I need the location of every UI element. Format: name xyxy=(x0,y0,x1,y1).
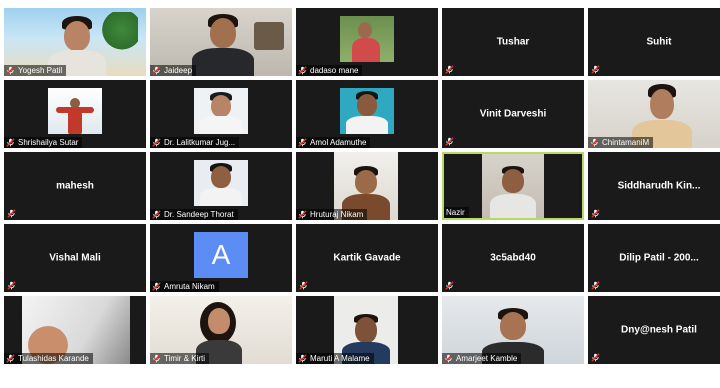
participant-tile[interactable]: Amol Adamuthe xyxy=(296,80,438,148)
mic-muted-icon xyxy=(445,281,454,290)
participant-display-name: 3c5abd40 xyxy=(490,252,536,264)
participant-tile[interactable]: Vinit Darveshi xyxy=(442,80,584,148)
participant-tile[interactable]: Siddharudh Kin... xyxy=(588,152,720,220)
participant-display-name: Dilip Patil - 200... xyxy=(619,252,699,264)
mic-muted-icon xyxy=(298,138,307,147)
participant-display-name: Tushar xyxy=(496,36,530,48)
participant-tile[interactable]: mahesh xyxy=(4,152,146,220)
mic-muted-icon xyxy=(591,281,600,290)
mic-muted-icon xyxy=(152,66,161,75)
mic-muted-icon xyxy=(298,354,307,363)
avatar: A xyxy=(194,232,248,278)
mic-muted-icon xyxy=(590,138,599,147)
profile-picture xyxy=(340,88,394,134)
participant-name-label: Tulashidas Karande xyxy=(4,353,93,364)
participant-display-name: Siddharudh Kin... xyxy=(617,180,701,192)
mic-muted-icon xyxy=(152,210,161,219)
profile-picture xyxy=(194,160,248,206)
participant-tile[interactable]: Yogesh Patil xyxy=(4,8,146,76)
mic-muted-icon xyxy=(7,209,16,218)
participant-tile[interactable]: Jaideep xyxy=(150,8,292,76)
profile-picture xyxy=(194,88,248,134)
participant-tile[interactable]: A Amruta Nikam xyxy=(150,224,292,292)
participant-tile[interactable]: Tulashidas Karande xyxy=(4,296,146,364)
mic-muted-icon xyxy=(6,66,15,75)
mic-muted-icon xyxy=(152,138,161,147)
participant-display-name: Kartik Gavade xyxy=(333,252,401,264)
participant-grid: Yogesh Patil Jaideep dadaso mane Tushar … xyxy=(4,8,720,388)
participant-tile[interactable]: Suhit xyxy=(588,8,720,76)
participant-name-label: Maruti A Malame xyxy=(296,353,374,364)
participant-name-label: Amol Adamuthe xyxy=(296,137,371,148)
mic-muted-icon xyxy=(7,281,16,290)
mic-muted-icon xyxy=(591,353,600,362)
participant-tile[interactable]: ChintamaniM xyxy=(588,80,720,148)
participant-tile[interactable]: Dilip Patil - 200... xyxy=(588,224,720,292)
mic-muted-icon xyxy=(298,66,307,75)
mic-muted-icon xyxy=(6,138,15,147)
participant-name-label: Timir & Kirti xyxy=(150,353,210,364)
participant-display-name: Dny@nesh Patil xyxy=(621,324,697,336)
mic-muted-icon xyxy=(299,281,308,290)
participant-tile[interactable]: Maruti A Malame xyxy=(296,296,438,364)
participant-name-label: Amarjeet Kamble xyxy=(442,353,522,364)
participant-tile[interactable]: dadaso mane xyxy=(296,8,438,76)
mic-muted-icon xyxy=(591,209,600,218)
participant-tile[interactable]: Dr. Sandeep Thorat xyxy=(150,152,292,220)
participant-tile[interactable]: Timir & Kirti xyxy=(150,296,292,364)
participant-name-label: Dr. Lalitkumar Jug... xyxy=(150,137,240,148)
participant-name-label: Amruta Nikam xyxy=(150,281,219,292)
mic-muted-icon xyxy=(445,137,454,146)
participant-name-label: dadaso mane xyxy=(296,65,363,76)
profile-picture xyxy=(340,16,394,62)
participant-video xyxy=(482,154,544,218)
mic-muted-icon xyxy=(6,354,15,363)
participant-tile[interactable]: Kartik Gavade xyxy=(296,224,438,292)
participant-tile[interactable]: Tushar xyxy=(442,8,584,76)
participant-name-label: Nazir xyxy=(444,207,469,218)
participant-name-label: Jaideep xyxy=(150,65,197,76)
participant-name-label: Shrishailya Sutar xyxy=(4,137,83,148)
participant-name-label: ChintamaniM xyxy=(588,137,654,148)
participant-tile[interactable]: Dr. Lalitkumar Jug... xyxy=(150,80,292,148)
mic-muted-icon xyxy=(152,282,161,291)
participant-tile[interactable]: Dny@nesh Patil xyxy=(588,296,720,364)
participant-name-label: Yogesh Patil xyxy=(4,65,67,76)
participant-tile[interactable]: 3c5abd40 xyxy=(442,224,584,292)
participant-display-name: Vishal Mali xyxy=(49,252,101,264)
participant-tile[interactable]: Vishal Mali xyxy=(4,224,146,292)
participant-tile[interactable]: Hruturaj Nikam xyxy=(296,152,438,220)
profile-picture xyxy=(48,88,102,134)
mic-muted-icon xyxy=(152,354,161,363)
mic-muted-icon xyxy=(445,65,454,74)
participant-display-name: Suhit xyxy=(646,36,672,48)
participant-name-label: Dr. Sandeep Thorat xyxy=(150,209,238,220)
mic-muted-icon xyxy=(444,354,453,363)
participant-display-name: Vinit Darveshi xyxy=(479,108,547,120)
participant-name-label: Hruturaj Nikam xyxy=(296,209,368,220)
participant-tile[interactable]: Shrishailya Sutar xyxy=(4,80,146,148)
participant-tile-active-speaker[interactable]: Nazir xyxy=(442,152,584,220)
participant-tile[interactable]: Amarjeet Kamble xyxy=(442,296,584,364)
mic-muted-icon xyxy=(298,210,307,219)
participant-display-name: mahesh xyxy=(56,180,94,192)
mic-muted-icon xyxy=(591,65,600,74)
